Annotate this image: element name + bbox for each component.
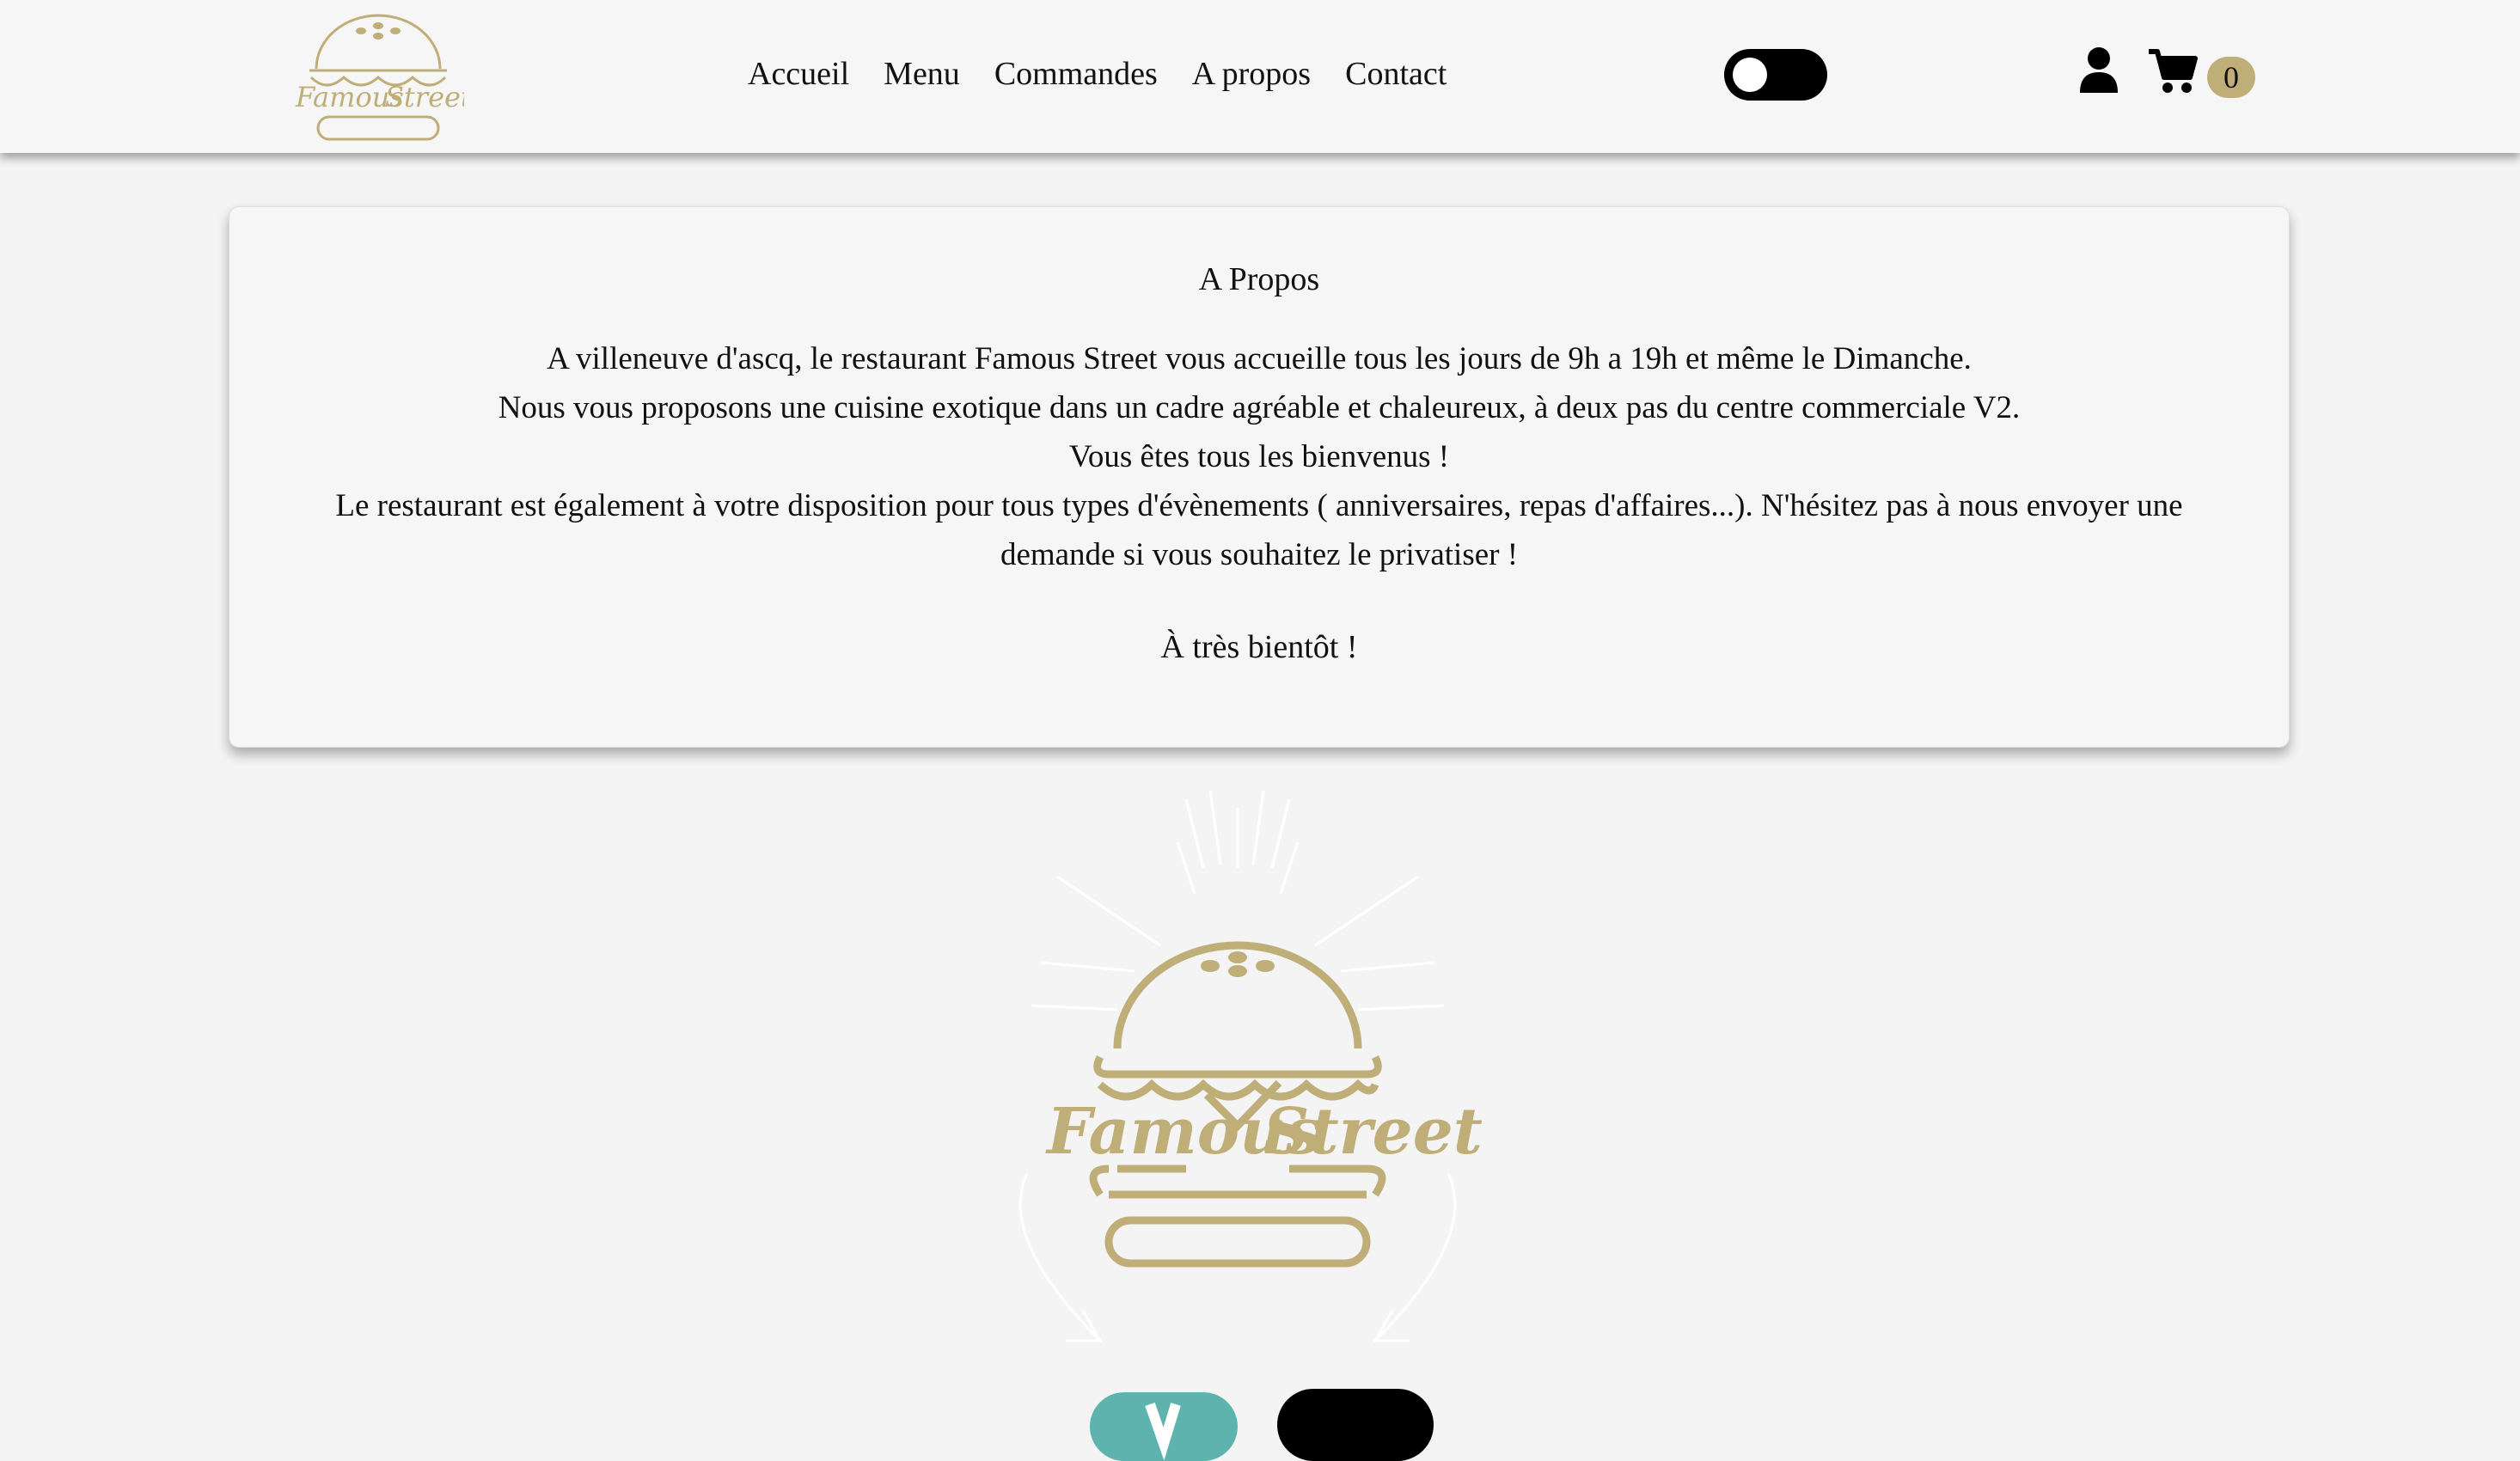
about-paragraph: Nous vous proposons une cuisine exotique… (498, 390, 2021, 425)
main-nav: Accueil Menu Commandes A propos Contact (748, 48, 1447, 100)
famous-street-logo[interactable]: Famous Street (292, 7, 464, 150)
hero-burger-logo: Famous Street (1018, 791, 1483, 1342)
nav-link-contact[interactable]: Contact (1345, 55, 1447, 93)
check-icon (1145, 1403, 1181, 1461)
about-paragraph: Le restaurant est également à votre disp… (335, 488, 2183, 572)
dark-action-button[interactable] (1277, 1389, 1434, 1461)
curved-arrow-left-icon (1018, 1172, 1103, 1342)
hero-logo-text-street: Street (1263, 1095, 1483, 1169)
curved-arrow-right-icon (1373, 1172, 1457, 1342)
cart-count-badge: 0 (2207, 57, 2255, 98)
nav-link-commandes[interactable]: Commandes (994, 55, 1158, 93)
about-closing: À très bientôt ! (1160, 629, 1358, 665)
logo-text-street: Street (385, 81, 464, 113)
user-icon[interactable] (2078, 46, 2119, 95)
about-title: A Propos (1198, 261, 1320, 297)
cart-icon[interactable] (2147, 46, 2199, 95)
about-body: A villeneuve d'ascq, le restaurant Famou… (307, 334, 2211, 579)
nav-link-a-propos[interactable]: A propos (1192, 55, 1311, 93)
about-paragraph: A villeneuve d'ascq, le restaurant Famou… (547, 341, 1972, 376)
about-card: A Propos A villeneuve d'ascq, le restaur… (229, 206, 2290, 748)
teal-action-button[interactable] (1090, 1392, 1238, 1461)
nav-link-accueil[interactable]: Accueil (748, 55, 849, 93)
theme-toggle[interactable] (1724, 49, 1827, 101)
about-paragraph: Vous êtes tous les bienvenus ! (1068, 439, 1450, 474)
top-navbar: Famous Street Accueil Menu Commandes A p… (0, 0, 2520, 153)
nav-link-menu[interactable]: Menu (884, 55, 960, 93)
toggle-knob (1733, 58, 1767, 92)
